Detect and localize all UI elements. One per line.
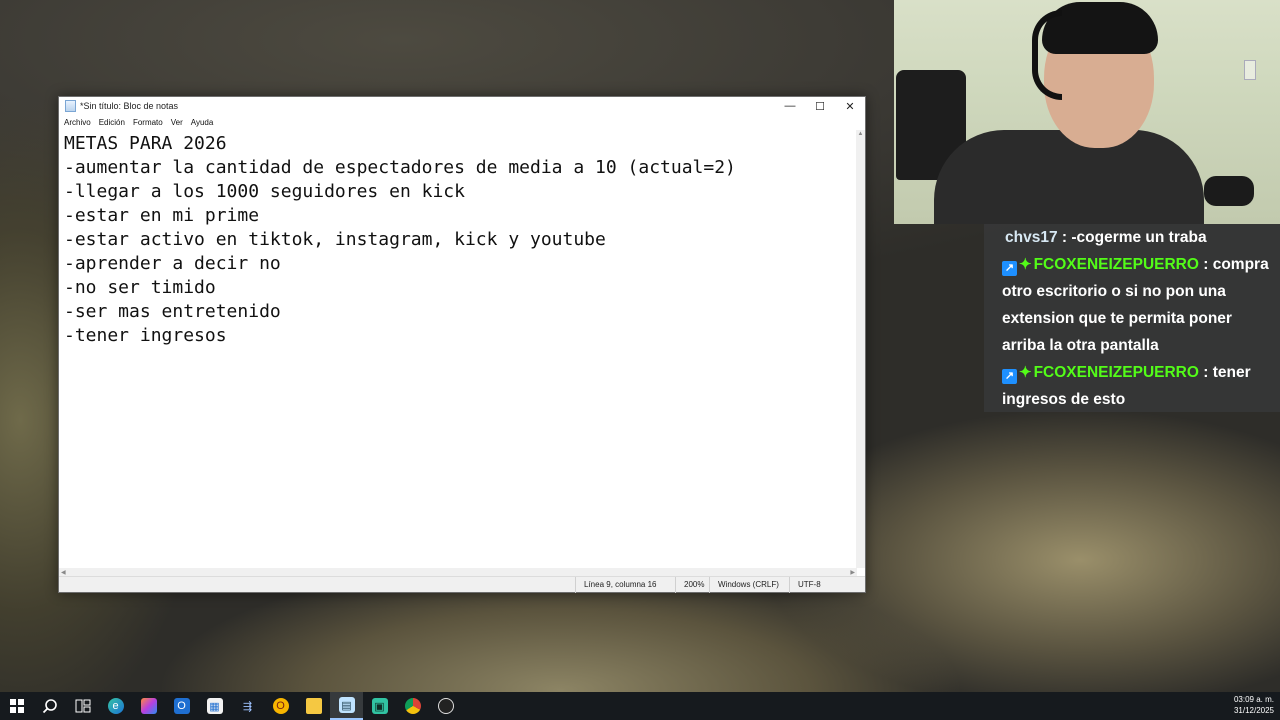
store-icon[interactable]: ▦ — [198, 692, 231, 720]
chat-message: ↗ ✦ FCOXENEIZEPUERRO : tener ingresos de e… — [1002, 359, 1270, 413]
chat-username: FCOXENEIZEPUERRO — [1033, 364, 1199, 381]
close-button[interactable]: ✕ — [835, 97, 865, 115]
editor-line: -no ser timido — [64, 277, 216, 298]
subscriber-badge-icon: ↗ — [1002, 261, 1017, 276]
headset-icon — [1032, 10, 1062, 100]
status-bar: Línea 9, columna 16 200% Windows (CRLF) … — [59, 576, 865, 593]
webcam-feed — [894, 0, 1280, 224]
chat-overlay: chvs17 : -cogerme un traba ↗ ✦ FCOXENEIZEP… — [984, 224, 1280, 412]
window-controls: — ☐ ✕ — [775, 97, 865, 115]
editor-line: -aprender a decir no — [64, 253, 281, 274]
backpack — [1204, 176, 1254, 206]
subscriber-badge-icon: ↗ — [1002, 369, 1017, 384]
menu-ayuda[interactable]: Ayuda — [191, 118, 214, 127]
streamlabs-icon[interactable]: ▣ — [363, 692, 396, 720]
editor-line: -estar activo en tiktok, instagram, kick… — [64, 229, 606, 250]
streamer-body — [934, 130, 1204, 224]
cursor-position: Línea 9, columna 16 — [575, 576, 675, 593]
title-bar[interactable]: *Sin título: Bloc de notas — ☐ ✕ — [59, 97, 865, 115]
editor-line: -tener ingresos — [64, 325, 227, 346]
chat-text: : -cogerme un traba — [1057, 229, 1207, 246]
editor-line: -llegar a los 1000 seguidores en kick — [64, 181, 465, 202]
chat-message: ↗ ✦ FCOXENEIZEPUERRO : compra otro escrito… — [1002, 251, 1270, 359]
editor-line: -aumentar la cantidad de espectadores de… — [64, 157, 736, 178]
editor-line: -ser mas entretenido — [64, 301, 281, 322]
notepad-window[interactable]: *Sin título: Bloc de notas — ☐ ✕ Archivo… — [58, 96, 866, 593]
clock-time: 03:09 a. m. — [1233, 695, 1274, 704]
vertical-scrollbar[interactable]: ▲ — [856, 130, 865, 568]
copilot-icon[interactable] — [132, 692, 165, 720]
scroll-right-icon[interactable]: ▶ — [850, 569, 855, 576]
windows-start-icon[interactable] — [0, 692, 33, 720]
sparkle-badge-icon: ✦ — [1019, 256, 1032, 273]
menu-edicion[interactable]: Edición — [99, 118, 125, 127]
line-ending: Windows (CRLF) — [709, 576, 789, 593]
menu-bar: Archivo Edición Formato Ver Ayuda — [59, 115, 865, 129]
outlook-icon[interactable]: O — [165, 692, 198, 720]
menu-archivo[interactable]: Archivo — [64, 118, 91, 127]
encoding: UTF-8 — [789, 576, 865, 593]
taskbar: e O ▦ ⇶ O ▤ ▣ 03:09 a. m. 31/12/2025 — [0, 692, 1280, 720]
obs-icon[interactable] — [429, 692, 462, 720]
chat-username: chvs17 — [1005, 229, 1058, 246]
scroll-left-icon[interactable]: ◀ — [61, 569, 66, 576]
editor-line: METAS PARA 2026 — [64, 133, 227, 154]
system-clock[interactable]: 03:09 a. m. 31/12/2025 — [1234, 694, 1274, 716]
minimize-button[interactable]: — — [775, 97, 805, 115]
editor-line: -estar en mi prime — [64, 205, 260, 226]
scroll-up-icon[interactable]: ▲ — [856, 130, 865, 139]
zoom-level: 200% — [675, 576, 709, 593]
notepad-app-icon — [65, 100, 76, 112]
chat-message: chvs17 : -cogerme un traba — [1002, 224, 1270, 251]
clock-date: 31/12/2025 — [1233, 706, 1274, 715]
opera-gx-icon[interactable]: O — [264, 692, 297, 720]
menu-formato[interactable]: Formato — [133, 118, 163, 127]
chat-username: FCOXENEIZEPUERRO — [1033, 256, 1199, 273]
window-title: *Sin título: Bloc de notas — [80, 101, 179, 111]
edge-icon[interactable]: e — [99, 692, 132, 720]
search-icon[interactable] — [33, 692, 66, 720]
remote-desktop-icon[interactable]: ⇶ — [231, 692, 264, 720]
sparkle-badge-icon: ✦ — [1019, 364, 1032, 381]
task-view-icon[interactable] — [66, 692, 99, 720]
notepad-icon[interactable]: ▤ — [330, 692, 363, 720]
maximize-button[interactable]: ☐ — [805, 97, 835, 115]
chrome-icon[interactable] — [396, 692, 429, 720]
menu-ver[interactable]: Ver — [171, 118, 183, 127]
wall-switch — [1244, 60, 1256, 80]
text-editor[interactable]: METAS PARA 2026 -aumentar la cantidad de … — [59, 130, 857, 568]
file-explorer-icon[interactable] — [297, 692, 330, 720]
